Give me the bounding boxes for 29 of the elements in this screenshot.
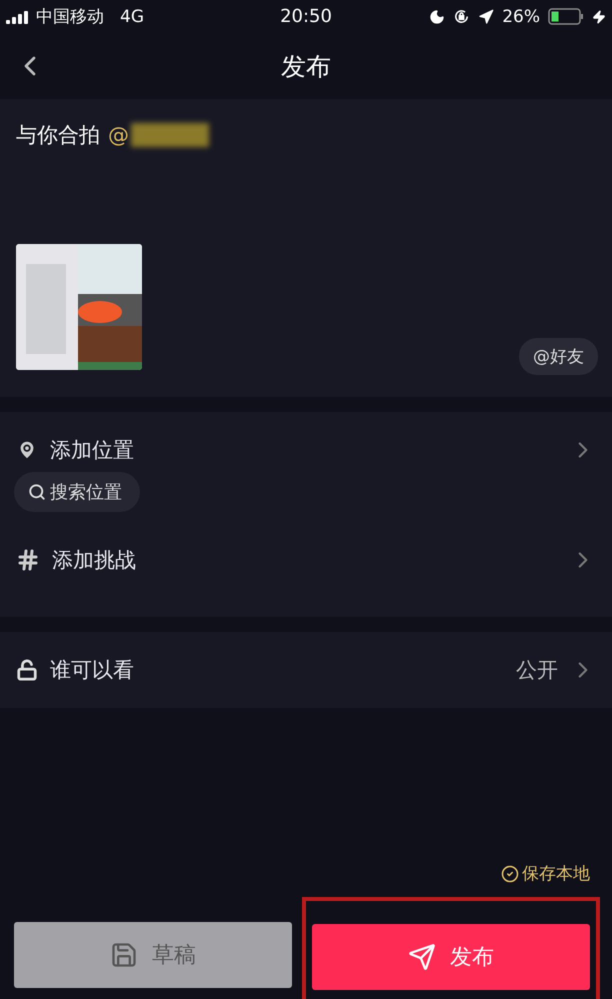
visibility-value: 公开 (516, 657, 558, 684)
save-icon (110, 941, 138, 969)
network-type: 4G (120, 6, 144, 26)
caption-text: 与你合拍 (16, 122, 100, 149)
search-location-chip[interactable]: 搜索位置 (14, 472, 140, 512)
row-label: 添加挑战 (52, 547, 137, 574)
carrier-name: 中国移动 (36, 6, 104, 28)
charging-icon (592, 10, 606, 24)
location-arrow-icon (478, 8, 494, 24)
battery-icon (548, 8, 584, 25)
publish-button[interactable]: 发布 (312, 924, 590, 990)
visibility-row[interactable]: 谁可以看 公开 (0, 632, 612, 708)
save-local-toggle[interactable]: 保存本地 (501, 862, 590, 885)
unlocked-padlock-icon (16, 659, 38, 681)
row-label: 添加位置 (50, 437, 135, 464)
clock-time: 20:50 (280, 6, 332, 27)
search-icon (28, 483, 46, 501)
rotation-lock-icon (453, 8, 470, 25)
battery-percent: 26% (502, 6, 540, 26)
signal-icon (6, 10, 30, 24)
hash-icon (16, 548, 40, 572)
mention-friends-button[interactable]: @好友 (519, 338, 598, 375)
row-label: 谁可以看 (50, 657, 135, 684)
moon-icon (429, 8, 446, 24)
paper-plane-icon (408, 943, 436, 971)
check-circle-icon (501, 864, 519, 882)
mention-text: @ (108, 123, 129, 147)
page-title: 发布 (281, 50, 331, 82)
add-challenge-row[interactable]: 添加挑战 (0, 522, 612, 598)
